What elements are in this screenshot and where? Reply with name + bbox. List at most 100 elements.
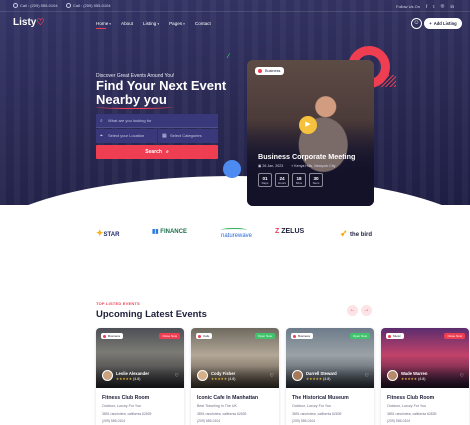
- stars-icon: ★★★★★: [401, 377, 419, 381]
- listing-card[interactable]: Business Close Now Leslie Alexander ★★★★…: [96, 328, 184, 425]
- rating-value: (4.8): [133, 377, 141, 381]
- listing-subtitle: Outdoor, Luxury For You: [102, 404, 141, 408]
- listing-subtitle: Best Traveling In The UK: [197, 404, 237, 408]
- phone-1-text: Call : (209) 555-0104: [20, 3, 58, 8]
- search-button[interactable]: Search ⌕: [96, 145, 218, 159]
- listing-title[interactable]: Fitness Club Room: [102, 395, 149, 401]
- listing-address: 3891 ranchview, california 62639: [387, 412, 437, 416]
- status-badge: Close Now: [159, 333, 180, 339]
- search-placeholder: What are you looking for: [108, 118, 152, 123]
- follow-us: Follow Us On f t ◎ in: [396, 3, 454, 9]
- avatar: [387, 370, 398, 381]
- phone-contact-1[interactable]: Call : (209) 555-0104: [13, 3, 58, 8]
- logo-text: Listy: [13, 17, 37, 28]
- brand-star-logo: ✦STAR: [96, 228, 119, 239]
- brand-name: the bird: [350, 232, 373, 238]
- event-date: ▣ 26 Jan, 2023: [258, 164, 283, 168]
- brand-zelus-logo: Z ZELUS: [275, 228, 304, 235]
- rating: ★★★★★ (4.8): [116, 377, 141, 381]
- grid-icon: ▦: [162, 133, 167, 139]
- linkedin-icon[interactable]: in: [450, 4, 454, 9]
- listing-address: 3891 ranchview, california 62639: [197, 412, 247, 416]
- event-badge-label: Business: [265, 69, 281, 73]
- rating-value: (4.8): [418, 377, 426, 381]
- category-badge: Cafe: [196, 333, 213, 339]
- countdown-days: 01 Days: [258, 173, 272, 187]
- rating-value: (4.8): [228, 377, 236, 381]
- owner-name: Leslie Alexander: [116, 371, 150, 376]
- listing-title[interactable]: Fitness Club Room: [387, 395, 434, 401]
- nav-listing[interactable]: Listing▾: [143, 21, 159, 26]
- chevron-down-icon: ▾: [183, 22, 185, 26]
- section-title: Upcoming Latest Events: [96, 309, 207, 320]
- search-input[interactable]: ⌕ What are you looking for: [96, 114, 218, 128]
- hero-headline: Find Your Next Event Nearby you: [96, 78, 227, 109]
- heart-icon[interactable]: ♡: [175, 373, 179, 379]
- site-logo[interactable]: Listy♡: [13, 17, 44, 28]
- countdown-label: Secs: [312, 181, 320, 185]
- main-nav: Home▾ About Listing▾ Pages▾ Contact: [96, 21, 211, 29]
- arrow-right-icon: →: [363, 307, 370, 313]
- event-title[interactable]: Business Corporate Meeting: [258, 152, 355, 161]
- listing-card[interactable]: Business Open Now Darrell Steward ★★★★★ …: [286, 328, 374, 425]
- rating: ★★★★★ (4.8): [211, 377, 236, 381]
- instagram-icon[interactable]: ◎: [441, 3, 445, 9]
- listing-address: 3891 ranchview, california 62639: [102, 412, 152, 416]
- countdown-secs: 30 Secs: [309, 173, 323, 187]
- nav-contact[interactable]: Contact: [195, 21, 211, 26]
- brand-name: FINANCE: [160, 229, 187, 235]
- phone-contact-2[interactable]: Call : (209) 555-0104: [66, 3, 111, 8]
- category-select[interactable]: ▦ Select Categories: [158, 129, 218, 143]
- location-pin-icon: ⌖: [100, 133, 103, 139]
- avatar: [197, 370, 208, 381]
- brand-name: naturewave: [221, 233, 253, 239]
- listing-card[interactable]: Music Close Now Wade Warren ★★★★★ (4.8) …: [381, 328, 469, 425]
- headline-line-1: Find Your Next Event: [96, 78, 227, 93]
- rating: ★★★★★ (4.8): [306, 377, 331, 381]
- event-category-badge: Business: [255, 67, 285, 75]
- carousel-prev-button[interactable]: ←: [347, 305, 358, 316]
- category-badge: Business: [101, 333, 124, 339]
- nav-home-label: Home: [96, 21, 109, 26]
- listing-card[interactable]: Cafe Open Now Cody Fisher ★★★★★ (4.8) ♡ …: [191, 328, 279, 425]
- play-video-button[interactable]: ▶: [299, 116, 317, 134]
- owner-name: Darrell Steward: [306, 371, 337, 376]
- heart-icon[interactable]: ♡: [460, 373, 464, 379]
- search-icon: ⌕: [165, 149, 169, 155]
- nav-about[interactable]: About: [121, 21, 133, 26]
- nav-home[interactable]: Home▾: [96, 21, 112, 29]
- heart-icon[interactable]: ♡: [365, 373, 369, 379]
- listing-phone: (209) 555-0104: [387, 419, 411, 423]
- carousel-next-button[interactable]: →: [361, 305, 372, 316]
- listing-phone: (209) 555-0104: [292, 419, 316, 423]
- countdown-hours: 24 Hours: [275, 173, 289, 187]
- brand-finance-logo: ▮▮ FINANCE: [152, 228, 187, 235]
- event-location: ⌖ Kenya Hills, Newyork City: [291, 164, 335, 168]
- event-meta: ▣ 26 Jan, 2023 ⌖ Kenya Hills, Newyork Ci…: [258, 164, 335, 168]
- brand-naturewave-logo: naturewave: [221, 228, 252, 239]
- countdown-label: Hours: [277, 181, 286, 185]
- listing-address: 3891 ranchview, california 62639: [292, 412, 342, 416]
- category-label: Business: [298, 334, 311, 338]
- phone-icon: [13, 3, 18, 8]
- user-account-button[interactable]: ☺: [411, 18, 422, 29]
- chevron-down-icon: ▾: [109, 22, 112, 26]
- event-date-text: 26 Jan, 2023: [262, 164, 284, 168]
- badge-dot-icon: [103, 334, 106, 338]
- twitter-icon[interactable]: t: [433, 4, 434, 9]
- listing-title[interactable]: Iconic Cafe In Manhattan: [197, 395, 258, 401]
- facebook-icon[interactable]: f: [426, 4, 427, 9]
- location-select[interactable]: ⌖ Select your Location: [96, 129, 157, 143]
- rating-value: (4.8): [323, 377, 331, 381]
- countdown-label: Mins: [295, 181, 303, 185]
- follow-label: Follow Us On: [396, 3, 421, 9]
- avatar: [292, 370, 303, 381]
- section-eyebrow: TOP LISTED EVENTS: [96, 301, 140, 306]
- heart-icon[interactable]: ♡: [270, 373, 274, 379]
- listing-title[interactable]: The Historical Museum: [292, 395, 349, 401]
- event-countdown: 01 Days 24 Hours 18 Mins 30 Secs: [258, 173, 323, 187]
- countdown-label: Days: [261, 181, 269, 185]
- nav-pages[interactable]: Pages▾: [169, 21, 185, 26]
- add-listing-button[interactable]: + Add Listing: [424, 18, 462, 29]
- category-label: Music: [393, 334, 401, 338]
